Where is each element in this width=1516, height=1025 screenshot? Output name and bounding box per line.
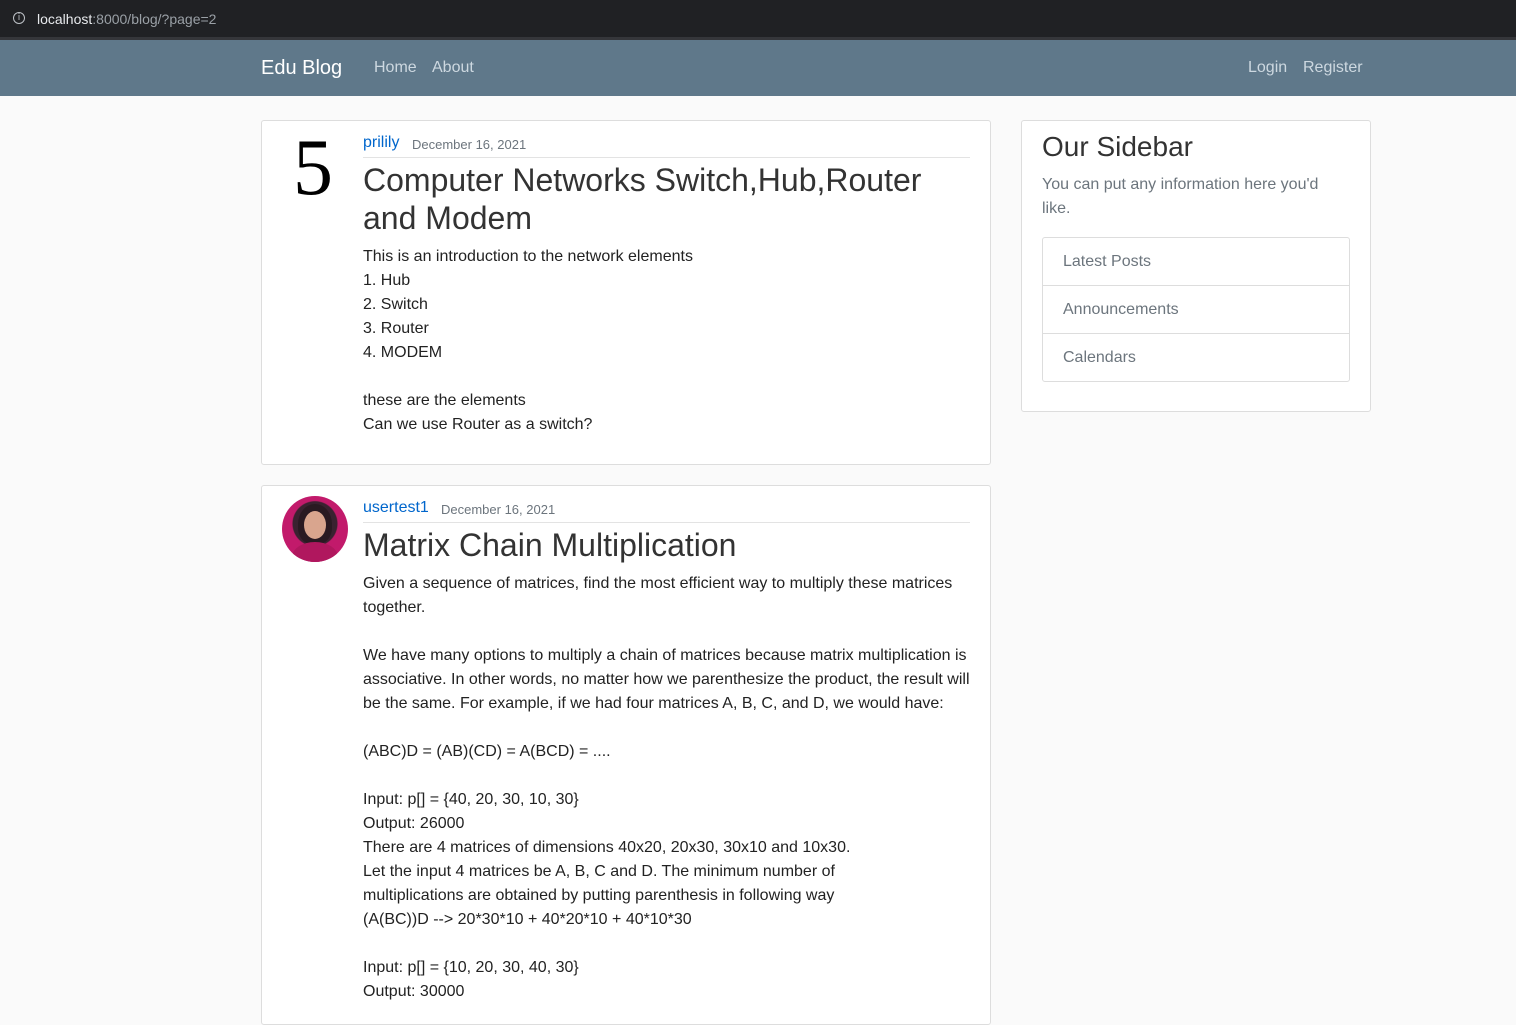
info-icon[interactable]: i (13, 12, 25, 24)
nav-home-link[interactable]: Home (374, 59, 417, 77)
post-card: usertest1 December 16, 2021 Matrix Chain… (261, 485, 991, 1025)
post-content: Given a sequence of matrices, find the m… (363, 575, 970, 1000)
author-avatar: 5 (293, 124, 333, 212)
post-meta: usertest1 December 16, 2021 (363, 486, 970, 523)
url-field[interactable]: localhost:8000/blog/?page=2 (37, 11, 216, 27)
post-author-link[interactable]: usertest1 (363, 499, 429, 517)
nav-register-link[interactable]: Register (1303, 59, 1363, 77)
post-title-link[interactable]: Computer Networks Switch,Hub,Router and … (363, 161, 950, 237)
sidebar-text: You can put any information here you'd l… (1042, 176, 1319, 217)
post-date: December 16, 2021 (441, 502, 556, 517)
sidebar-list: Latest Posts Announcements Calendars (1042, 237, 1350, 382)
url-host: localhost (37, 11, 93, 27)
user-avatar-photo (282, 496, 348, 562)
nav-about-link[interactable]: About (432, 59, 474, 77)
browser-address-bar: i localhost:8000/blog/?page=2 (0, 0, 1516, 40)
post-title-link[interactable]: Matrix Chain Multiplication (363, 526, 950, 564)
sidebar: Our Sidebar You can put any information … (1021, 120, 1371, 412)
sidebar-item-latest-posts[interactable]: Latest Posts (1043, 238, 1349, 286)
top-navbar: Edu Blog Home About Login Register (0, 40, 1516, 96)
url-path: :8000/blog/?page=2 (92, 11, 217, 27)
post-card: 5 prilily December 16, 2021 Computer Net… (261, 120, 991, 465)
sidebar-item-calendars[interactable]: Calendars (1043, 334, 1349, 381)
sidebar-title: Our Sidebar (1042, 131, 1193, 162)
avatar-body (292, 542, 338, 562)
brand-logo-link[interactable]: Edu Blog (261, 57, 342, 80)
post-content: This is an introduction to the network e… (363, 248, 693, 433)
post-date: December 16, 2021 (412, 137, 527, 152)
nav-login-link[interactable]: Login (1248, 59, 1287, 77)
avatar-face (304, 511, 326, 539)
post-meta: prilily December 16, 2021 (363, 121, 970, 158)
sidebar-item-announcements[interactable]: Announcements (1043, 286, 1349, 334)
post-author-link[interactable]: prilily (363, 134, 399, 152)
